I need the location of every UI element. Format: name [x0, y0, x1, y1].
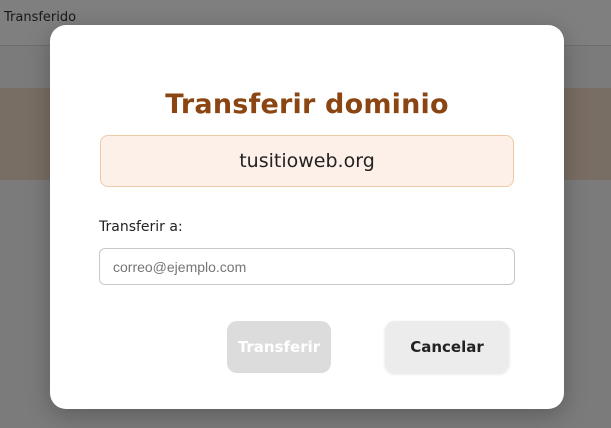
dialog-title: Transferir dominio — [165, 89, 449, 120]
transfer-to-label: Transferir a: — [99, 219, 183, 235]
transfer-button[interactable]: Transferir — [227, 321, 331, 373]
recipient-email-input[interactable] — [99, 248, 515, 285]
transfer-domain-dialog: Transferir dominio tusitioweb.org Transf… — [50, 25, 564, 409]
domain-name-box: tusitioweb.org — [100, 135, 514, 187]
cancel-button[interactable]: Cancelar — [385, 321, 509, 373]
